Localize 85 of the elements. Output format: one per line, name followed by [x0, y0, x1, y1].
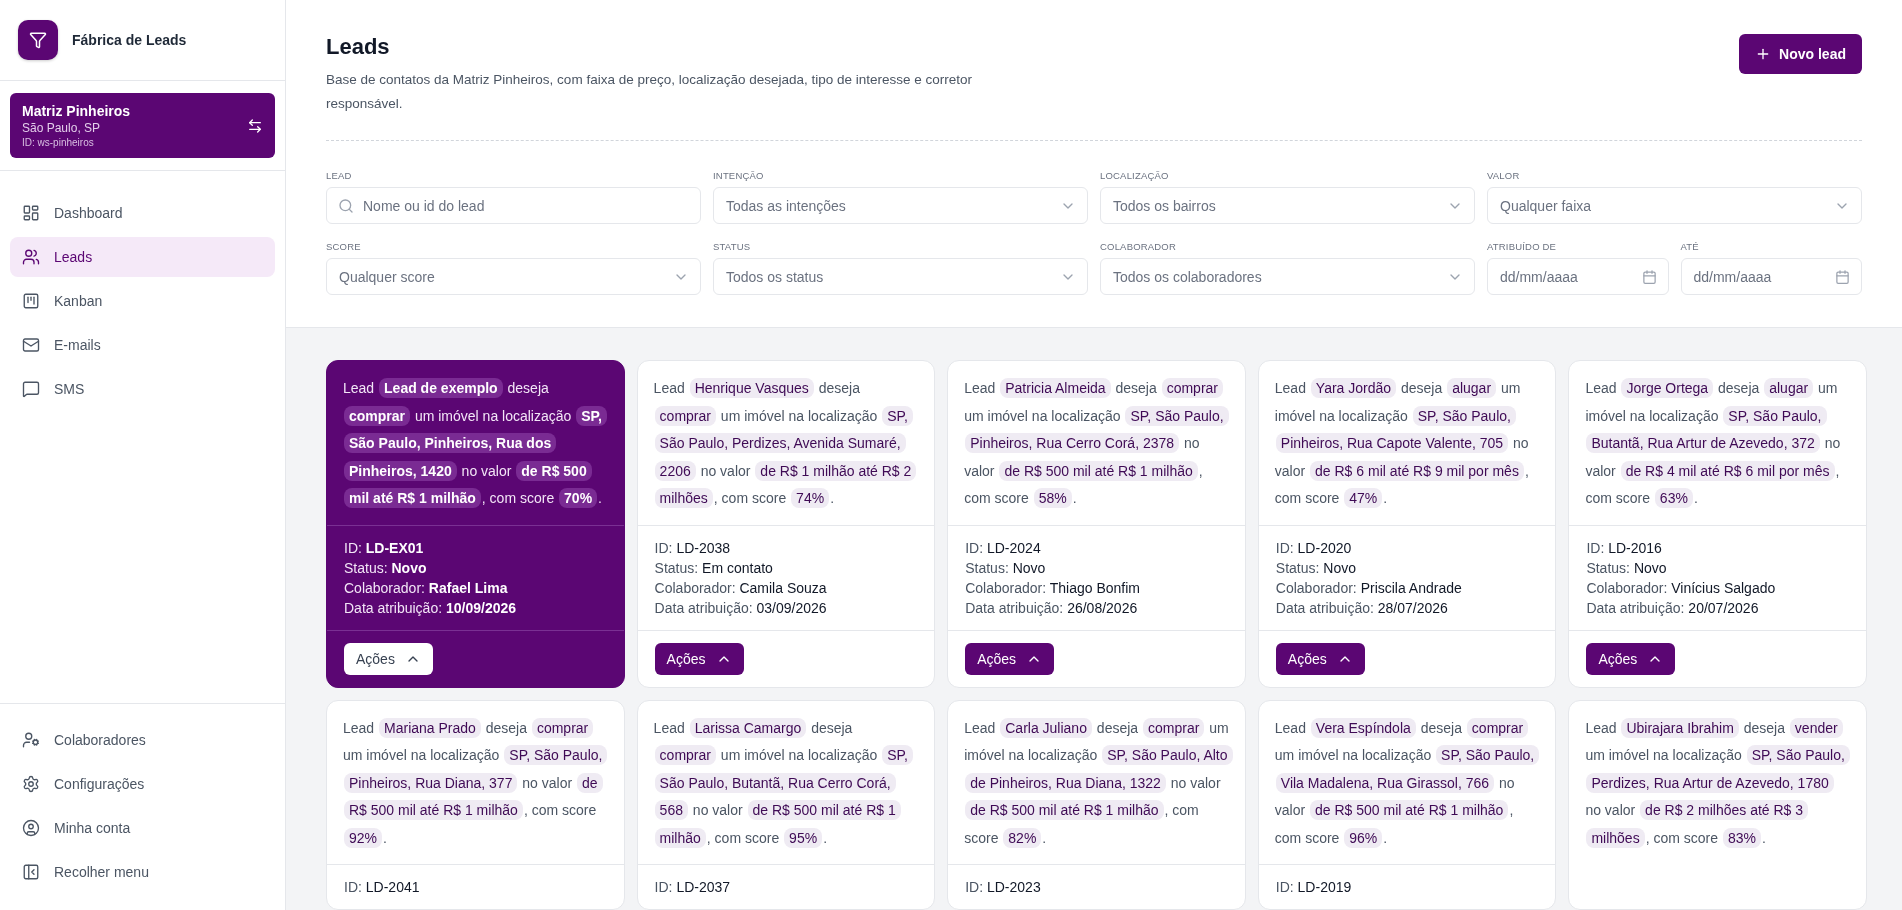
- new-lead-button[interactable]: Novo lead: [1739, 34, 1862, 74]
- detail-line: Data atribuição: 20/07/2026: [1586, 598, 1760, 618]
- nav-item[interactable]: Minha conta: [10, 808, 275, 848]
- detail-line: Colaborador: Vinícius Salgado: [1586, 578, 1777, 598]
- detail-line: Data atribuição: 10/09/2026: [344, 598, 518, 618]
- nav-icon: [22, 863, 40, 881]
- nav-item[interactable]: Configurações: [10, 764, 275, 804]
- brand-name: Fábrica de Leads: [72, 32, 187, 48]
- date-field[interactable]: dd/mm/aaaa: [1487, 258, 1669, 295]
- actions-button[interactable]: Ações: [1275, 642, 1365, 675]
- funnel-logo-icon: [18, 20, 58, 60]
- select-field[interactable]: Qualquer score: [326, 258, 701, 295]
- swap-arrows-icon: [247, 117, 263, 134]
- nav-icon: [22, 248, 40, 266]
- actions-button[interactable]: Ações: [965, 642, 1055, 675]
- detail-line: ID: LD-2038: [654, 538, 732, 558]
- filter-label: ATRIBUÍDO DE: [1487, 241, 1558, 252]
- detail-line: ID: LD-2037: [654, 878, 732, 897]
- lead-sentence: Lead Ubirajara Ibrahim deseja vender um imóvel na localização SP, São Paulo, Perdizes, Rua Artur de Azevedo, 1780 no valor de R$ 2 milhões até R$ 3 milhões , com score 83% .: [1569, 700, 1866, 864]
- filter-label: INTENÇÃO: [713, 170, 765, 181]
- detail-line: Colaborador: Camila Souza: [654, 578, 828, 598]
- lead-sentence: Lead Carla Juliano deseja comprar um imóvel na localização SP, São Paulo, Alto de Pinheiros, Rua Diana, 1322 no valor de R$ 500 mil até R$ 1 milhão , com score 82% .: [948, 700, 1245, 864]
- lead-sentence: Lead Mariana Prado deseja comprar um imóvel na localização SP, São Paulo, Pinheiros, Rua Diana, 377 no valor de R$ 500 mil até R$ 1 milhão , com score 92% .: [327, 700, 624, 864]
- search-icon: [338, 197, 354, 214]
- calendar-icon: [1835, 269, 1850, 284]
- detail-line: Status: Novo: [965, 558, 1047, 578]
- detail-line: Status: Novo: [1586, 558, 1668, 578]
- nav-item[interactable]: Colaboradores: [10, 720, 275, 760]
- filter-label: COLABORADOR: [1100, 241, 1177, 252]
- filter-label: LOCALIZAÇÃO: [1100, 170, 1170, 181]
- lead-sentence: Lead Patricia Almeida deseja comprar um imóvel na localização SP, São Paulo, Pinheiros, Rua Cerro Corá, 2378 no valor de R$ 500 mil até R$ 1 milhão , com score 58% .: [948, 361, 1245, 525]
- detail-line: Data atribuição: 26/08/2026: [965, 598, 1139, 618]
- select-field[interactable]: Todos os status: [713, 258, 1088, 295]
- detail-line: ID: LD-2020: [1275, 538, 1353, 558]
- detail-line: Colaborador: Rafael Lima: [344, 578, 509, 598]
- actions-button[interactable]: Ações: [654, 642, 744, 675]
- search-field[interactable]: Nome ou id do lead: [326, 187, 701, 224]
- nav-icon: [22, 204, 40, 222]
- select-field[interactable]: Todos os bairros: [1100, 187, 1475, 224]
- nav-item[interactable]: Recolher menu: [10, 852, 275, 892]
- detail-line: Colaborador: Priscila Andrade: [1275, 578, 1463, 598]
- nav-item[interactable]: Dashboard: [10, 193, 275, 233]
- nav-icon: [22, 819, 40, 837]
- nav-item[interactable]: E-mails: [10, 325, 275, 365]
- nav-item[interactable]: Kanban: [10, 281, 275, 321]
- detail-line: Data atribuição: 03/09/2026: [654, 598, 828, 618]
- select-field[interactable]: Todas as intenções: [713, 187, 1088, 224]
- page-description: Base de contatos da Matriz Pinheiros, com faixa de preço, localização desejada, tipo de interesse e corretor responsável.: [326, 71, 974, 113]
- nav-icon: [22, 731, 40, 749]
- detail-line: Status: Em contato: [654, 558, 774, 578]
- lead-sentence: Lead Jorge Ortega deseja alugar um imóvel na localização SP, São Paulo, Butantã, Rua Artur de Azevedo, 372 no valor de R$ 4 mil até R$ 6 mil por mês , com score 63% .: [1584, 377, 1842, 510]
- actions-button[interactable]: Ações: [344, 642, 433, 675]
- filter-label: LEAD: [326, 170, 353, 181]
- detail-line: ID: LD-2041: [344, 878, 421, 897]
- page-title: Leads: [326, 34, 391, 60]
- filter-label: ATÉ: [1680, 241, 1700, 252]
- lead-sentence: Lead Larissa Camargo deseja comprar um imóvel na localização SP, São Paulo, Butantã, Rua Cerro Corá, 568 no valor de R$ 500 mil até R$ 1 milhão , com score 95% .: [637, 700, 935, 864]
- detail-line: Status: Novo: [1275, 558, 1357, 578]
- nav-icon: [22, 380, 40, 398]
- select-field[interactable]: Todos os colaboradores: [1100, 258, 1475, 295]
- detail-line: ID: LD-2016: [1586, 538, 1663, 558]
- lead-sentence: Lead Lead de exemplo deseja comprar um imóvel na localização SP, São Paulo, Pinheiros, Rua dos Pinheiros, 1420 no valor de R$ 500 mil até R$ 1 milhão , com score 70% .: [327, 361, 624, 525]
- lead-sentence: Lead Vera Espíndola deseja comprar um imóvel na localização SP, São Paulo, Vila Madalena, Rua Girassol, 766 no valor de R$ 500 mil até R$ 1 milhão , com score 96% .: [1258, 700, 1556, 864]
- filter-label: VALOR: [1487, 170, 1521, 181]
- detail-line: Data atribuição: 28/07/2026: [1275, 598, 1449, 618]
- lead-sentence: Lead Yara Jordão deseja alugar um imóvel na localização SP, São Paulo, Pinheiros, Rua Capote Valente, 705 no valor de R$ 6 mil até R$ 9 mil por mês , com score 47% .: [1273, 377, 1530, 510]
- date-field[interactable]: dd/mm/aaaa: [1680, 258, 1862, 295]
- detail-line: ID: LD-2019: [1275, 878, 1353, 897]
- detail-line: ID: LD-2024: [965, 538, 1042, 558]
- filter-label: STATUS: [713, 241, 752, 252]
- workspace-switcher[interactable]: Matriz Pinheiros São Paulo, SP ID: ws-pinheiros: [10, 93, 275, 158]
- detail-line: Colaborador: Thiago Bonfim: [965, 578, 1142, 598]
- nav-item[interactable]: SMS: [10, 369, 275, 409]
- nav-item[interactable]: Leads: [10, 237, 275, 277]
- nav-icon: [22, 336, 40, 354]
- nav-icon: [22, 292, 40, 310]
- actions-button[interactable]: Ações: [1586, 642, 1676, 675]
- detail-line: ID: LD-EX01: [344, 538, 425, 558]
- lead-sentence: Lead Henrique Vasques deseja comprar um imóvel na localização SP, São Paulo, Perdizes, Avenida Sumaré, 2206 no valor de R$ 1 milhão até R$ 2 milhões , com score 74% .: [637, 361, 935, 525]
- detail-line: ID: LD-2023: [965, 878, 1042, 897]
- calendar-icon: [1641, 269, 1657, 284]
- detail-line: Status: Novo: [344, 558, 428, 578]
- filter-label: SCORE: [326, 241, 362, 252]
- nav-icon: [22, 775, 40, 793]
- select-field[interactable]: Qualquer faixa: [1487, 187, 1862, 224]
